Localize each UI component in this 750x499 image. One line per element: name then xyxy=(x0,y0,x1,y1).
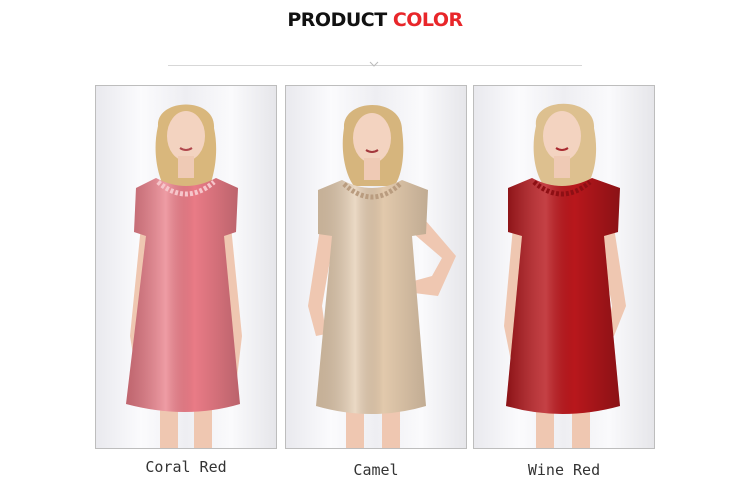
color-label-wine-red: Wine Red xyxy=(527,461,601,479)
divider-caret-icon xyxy=(369,61,379,67)
product-photo xyxy=(474,86,654,448)
product-card-camel[interactable] xyxy=(285,85,467,449)
product-photo xyxy=(96,86,276,448)
heading-word-product: PRODUCT xyxy=(287,9,387,31)
color-label-camel: Camel xyxy=(353,461,399,479)
product-card-coral-red[interactable] xyxy=(95,85,277,449)
product-photo xyxy=(286,86,466,448)
heading-word-color: COLOR xyxy=(392,9,463,31)
product-card-wine-red[interactable] xyxy=(473,85,655,449)
color-label-coral-red: Coral Red xyxy=(145,458,227,476)
section-heading: PRODUCT COLOR xyxy=(0,9,750,31)
